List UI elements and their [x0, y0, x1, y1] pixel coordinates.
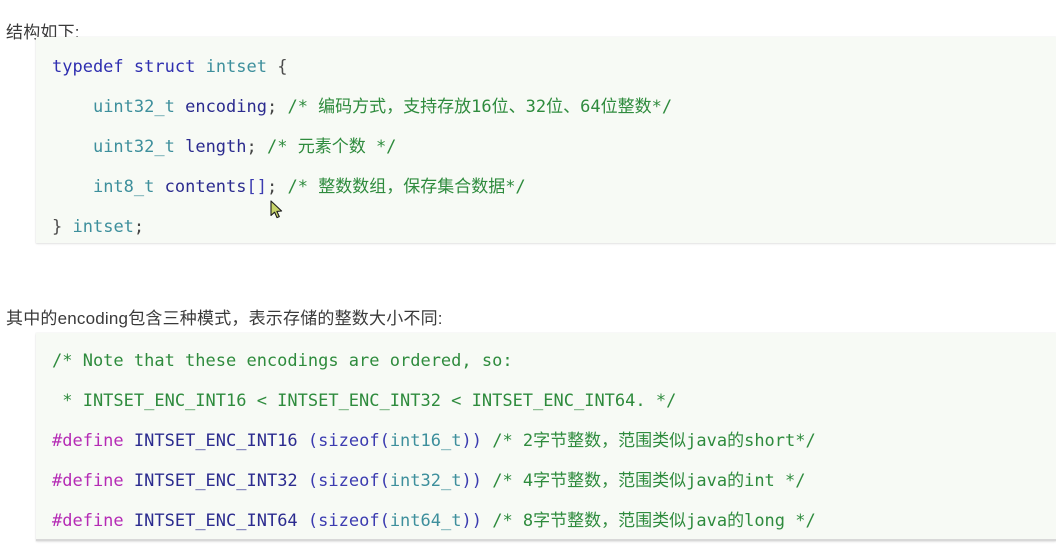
code-token: [] [246, 177, 267, 197]
code-token: /* 8字节整数，范围类似java的long */ [492, 511, 816, 531]
code-line: uint32_t length; /* 元素个数 */ [36, 127, 1056, 167]
code-line: #define INTSET_ENC_INT64 (sizeof(int64_t… [36, 501, 1056, 539]
code-token: * INTSET_ENC_INT16 < INTSET_ENC_INT32 < … [52, 391, 677, 411]
code-token: ; [266, 97, 288, 117]
code-line: #define INTSET_ENC_INT16 (sizeof(int16_t… [36, 421, 1056, 461]
code-token: } [52, 217, 63, 237]
code-line: typedef struct intset { [36, 47, 1056, 87]
document-page: 结构如下: typedef struct intset { uint32_t e… [0, 0, 1056, 544]
code-block-intset-encoding-defines: /* Note that these encodings are ordered… [36, 333, 1056, 541]
code-token: int32_t [389, 471, 462, 491]
code-token: ; [267, 177, 288, 197]
code-block-intset-struct: typedef struct intset { uint32_t encodin… [36, 37, 1056, 243]
code-token: #define [52, 471, 124, 491]
code-token: length [185, 137, 247, 157]
code-token: )) [461, 511, 482, 531]
code-token: #define [52, 511, 124, 531]
code-token: (sizeof( [307, 431, 390, 451]
code-line: uint32_t encoding; /* 编码方式，支持存放16位、32位、6… [36, 87, 1056, 127]
code-token: uint32_t [92, 137, 175, 157]
code-token: typedef [52, 57, 124, 77]
code-token: INTSET_ENC_INT32 [133, 471, 298, 491]
code-line: #define INTSET_ENC_INT32 (sizeof(int32_t… [36, 461, 1056, 501]
code-token: int8_t [92, 177, 155, 197]
code-token: )) [461, 471, 482, 491]
code-line: * INTSET_ENC_INT16 < INTSET_ENC_INT32 < … [36, 381, 1056, 421]
code-token: /* 编码方式，支持存放16位、32位、64位整数*/ [287, 97, 673, 117]
code-token: int64_t [389, 511, 462, 531]
code-token: encoding [185, 97, 267, 117]
code-token: INTSET_ENC_INT64 [133, 511, 298, 531]
code-token: ; [246, 137, 267, 157]
code-token: )) [461, 431, 482, 451]
code-token: /* Note that these encodings are ordered… [52, 351, 513, 371]
code-line: /* Note that these encodings are ordered… [36, 341, 1056, 381]
code-token: int16_t [389, 431, 462, 451]
code-token: (sizeof( [307, 511, 390, 531]
code-line: int8_t contents[]; /* 整数数组，保存集合数据*/ [36, 167, 1056, 207]
code-token: /* 4字节整数，范围类似java的int */ [492, 471, 806, 491]
code-line: } intset; [36, 207, 1056, 243]
code-token: ; [133, 217, 145, 237]
code-token: /* 元素个数 */ [267, 137, 397, 157]
code-token: struct [133, 57, 196, 77]
code-token: /* 整数数组，保存集合数据*/ [287, 177, 526, 197]
paragraph-encoding: 其中的encoding包含三种模式，表示存储的整数大小不同: [6, 309, 443, 328]
code-token: #define [52, 431, 124, 451]
code-token: { [277, 57, 288, 77]
code-token: (sizeof( [307, 471, 390, 491]
code-token: uint32_t [92, 97, 175, 117]
code-token: intset [205, 57, 267, 77]
code-token: intset [72, 217, 134, 237]
code-token: INTSET_ENC_INT16 [133, 431, 298, 451]
code-token: /* 2字节整数，范围类似java的short*/ [492, 431, 816, 451]
code-token: contents [164, 177, 247, 197]
